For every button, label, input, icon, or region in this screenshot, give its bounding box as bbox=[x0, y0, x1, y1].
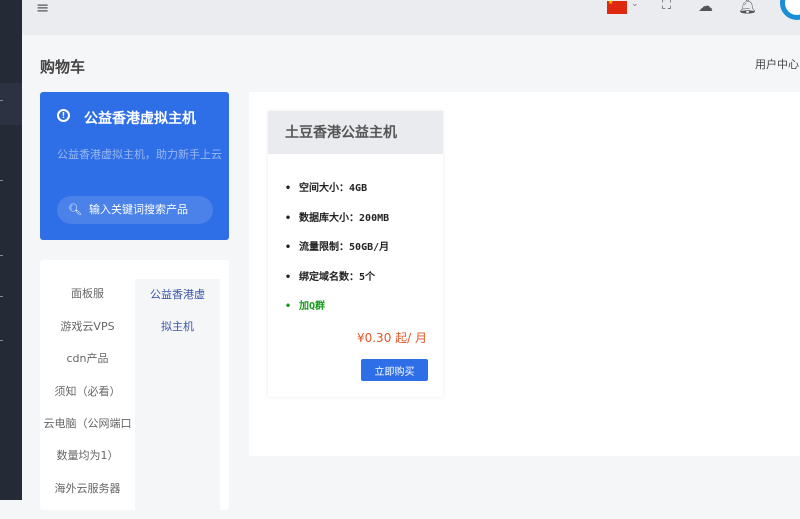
category-item-active[interactable]: 公益香港虚拟主机 bbox=[135, 279, 220, 519]
menu-icon[interactable]: ≡ bbox=[36, 0, 49, 17]
category-item[interactable]: 须知（必看） bbox=[40, 376, 135, 409]
product-price: ¥0.30 起/ 月 bbox=[356, 331, 427, 345]
category-item[interactable]: 面板服 bbox=[40, 278, 135, 311]
chevron-down-icon[interactable]: ⌄ bbox=[631, 0, 639, 9]
product-name: 土豆香港公益主机 bbox=[268, 111, 443, 154]
fullscreen-icon[interactable]: ⛶ bbox=[662, 0, 671, 13]
qq-group-link[interactable]: 加Q群 bbox=[285, 297, 443, 327]
user-center-link[interactable]: 用户中心 bbox=[755, 56, 799, 72]
category-item[interactable]: 海外云服务器 bbox=[40, 473, 135, 506]
product-feature: 数据库大小：200MB bbox=[285, 209, 443, 239]
page-title: 购物车 bbox=[40, 58, 86, 76]
category-item[interactable]: 云电脑（公网端口数量均为1） bbox=[40, 408, 135, 473]
product-search-input[interactable]: 🔍︎ 输入关键词搜索产品 bbox=[57, 196, 213, 224]
category-item[interactable]: 游戏云VPS bbox=[40, 311, 135, 344]
avatar[interactable] bbox=[780, 0, 800, 20]
bell-icon[interactable]: 🔔︎ bbox=[738, 0, 757, 15]
category-list: 面板服 游戏云VPS cdn产品 须知（必看） 云电脑（公网端口数量均为1） 海… bbox=[40, 260, 229, 519]
search-placeholder: 输入关键词搜索产品 bbox=[89, 203, 188, 216]
product-card: 土豆香港公益主机 空间大小：4GB 数据库大小：200MB 流量限制：50GB/… bbox=[268, 111, 443, 397]
buy-now-button[interactable]: 立即购买 bbox=[361, 359, 428, 381]
sidebar bbox=[0, 0, 22, 500]
group-description: 公益香港虚拟主机，助力新手上云 bbox=[57, 148, 222, 161]
product-feature: 空间大小：4GB bbox=[285, 179, 443, 209]
group-title: 公益香港虚拟主机 bbox=[84, 111, 196, 127]
product-feature: 绑定域名数：5个 bbox=[285, 268, 443, 298]
info-icon: ! bbox=[57, 109, 70, 122]
search-icon: 🔍︎ bbox=[68, 203, 82, 216]
category-item[interactable]: cdn产品 bbox=[40, 343, 135, 376]
product-feature: 流量限制：50GB/月 bbox=[285, 238, 443, 268]
cloud-icon[interactable]: ☁ bbox=[698, 0, 713, 15]
group-banner: ! 公益香港虚拟主机 公益香港虚拟主机，助力新手上云 🔍︎ 输入关键词搜索产品 bbox=[40, 92, 229, 240]
product-panel: 土豆香港公益主机 空间大小：4GB 数据库大小：200MB 流量限制：50GB/… bbox=[249, 92, 800, 456]
china-flag-icon[interactable] bbox=[607, 0, 627, 14]
top-bar: ≡ ⌄ ⛶ ☁ 🔔︎ bbox=[22, 0, 800, 35]
